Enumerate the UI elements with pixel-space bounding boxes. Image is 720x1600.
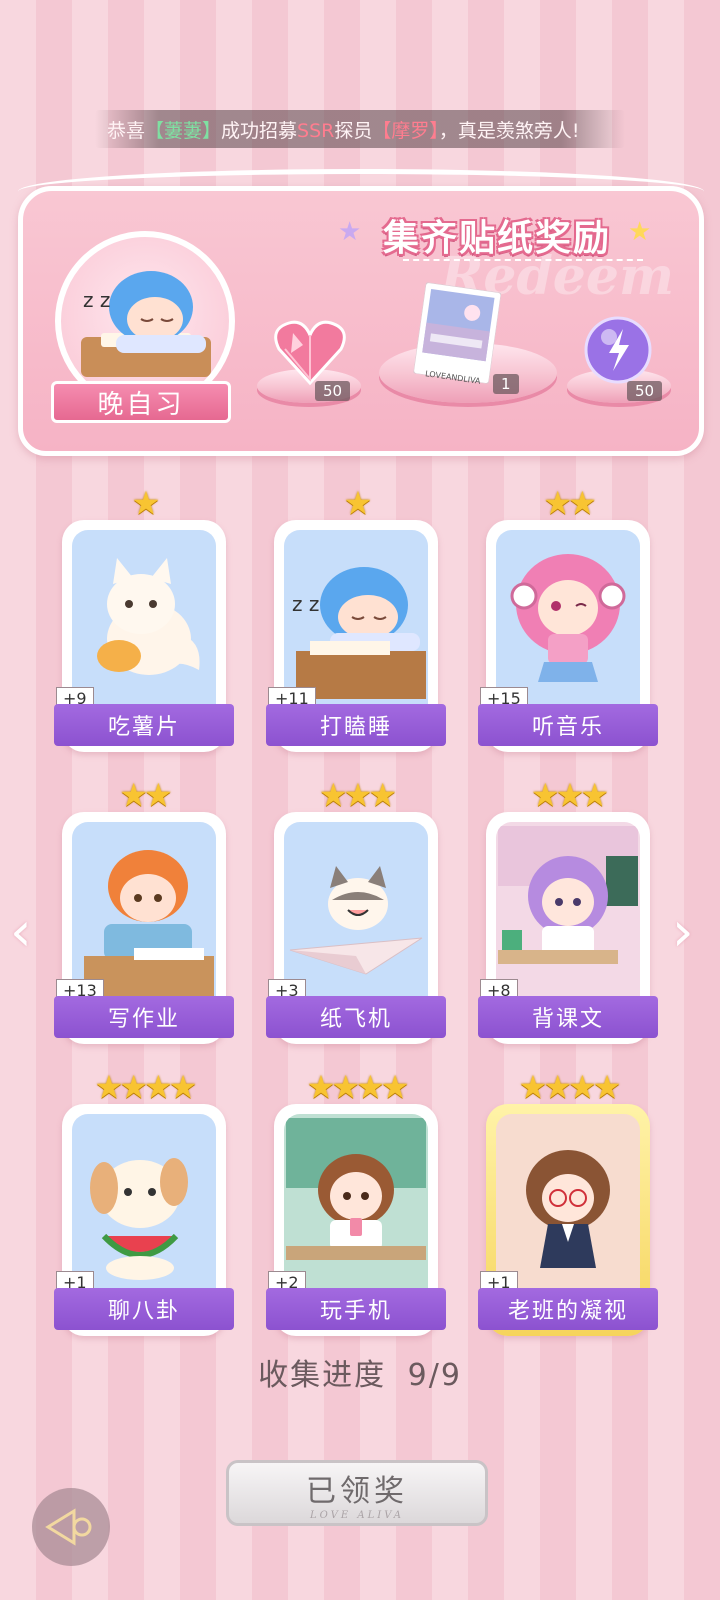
svg-text:z z: z z: [83, 288, 110, 312]
claim-button-label: 已领奖: [306, 1473, 408, 1509]
sticker-card[interactable]: ★★★★ +2 玩手机: [266, 1068, 446, 1336]
sticker-card[interactable]: ★★★★ +1 老班的凝视: [478, 1068, 658, 1336]
next-page-arrow-icon[interactable]: ›: [672, 900, 694, 963]
music-girl-sticker-icon: [496, 530, 640, 708]
reward-banner: Redeem ★ ★ 集齐贴纸奖励 z z 晚自习 50 LOVEANDLIVA…: [18, 169, 704, 456]
prev-page-arrow-icon[interactable]: ‹: [10, 900, 32, 963]
sticker-card[interactable]: ★★★ +8 背课文: [478, 776, 658, 1044]
sleeping-boy-sticker-icon: z z: [284, 530, 428, 708]
star-rating-icon: ★★★: [318, 776, 397, 814]
ticker-name2: 【摩罗】: [372, 119, 439, 142]
back-arrow-icon: [45, 1508, 92, 1546]
star-rating-icon: ★: [131, 484, 161, 522]
reward-count: 1: [493, 374, 519, 394]
sticker-label: 听音乐: [478, 704, 658, 746]
ticker-mid2: 探员: [334, 119, 373, 142]
reward-count: 50: [627, 381, 663, 401]
star-rating-icon: ★★★: [530, 776, 609, 814]
progress-label: 收集进度: [258, 1358, 387, 1393]
phone-girl-sticker-icon: [284, 1114, 428, 1292]
sticker-label: 打瞌睡: [266, 704, 446, 746]
title-underline: [403, 259, 643, 261]
ticker-suffix: ，真是羡煞旁人!: [438, 119, 580, 142]
sparkle-icon: ★: [628, 217, 652, 247]
ticker-name1: 【萋萋】: [145, 119, 222, 142]
sticker-card[interactable]: ★★★★ +1 聊八卦: [54, 1068, 234, 1336]
star-rating-icon: ★★★★: [94, 1068, 198, 1106]
reward-count: 50: [315, 381, 351, 401]
sticker-label: 老班的凝视: [478, 1288, 658, 1330]
banner-title: 集齐贴纸奖励: [383, 218, 612, 259]
sticker-label: 玩手机: [266, 1288, 446, 1330]
ticker-prefix: 恭喜: [107, 119, 146, 142]
cat-chips-sticker-icon: [72, 530, 216, 708]
star-rating-icon: ★★: [119, 776, 172, 814]
badge-label: 晚自习: [51, 381, 231, 423]
claim-button-sub: LOVE ALIVA: [310, 1509, 404, 1521]
sticker-card[interactable]: ★★ +15 听音乐: [478, 484, 658, 752]
announcement-ticker: 恭喜【萋萋】成功招募SSR探员【摩罗】，真是羡煞旁人!: [95, 110, 625, 148]
sticker-label: 写作业: [54, 996, 234, 1038]
teacher-gaze-sticker-icon: [496, 1114, 640, 1292]
svg-text:z z: z z: [292, 592, 319, 616]
puppy-watermelon-sticker-icon: [72, 1114, 216, 1292]
ticker-mid: 成功招募: [221, 119, 298, 142]
back-button[interactable]: [32, 1488, 110, 1566]
sparkle-icon: ★: [338, 217, 362, 247]
sticker-label: 吃薯片: [54, 704, 234, 746]
star-rating-icon: ★★★★: [306, 1068, 410, 1106]
sticker-card[interactable]: ★★ +13 写作业: [54, 776, 234, 1044]
sticker-label: 背课文: [478, 996, 658, 1038]
progress-value: 9/9: [407, 1358, 462, 1393]
star-rating-icon: ★: [343, 484, 373, 522]
ticker-rank: SSR: [297, 119, 335, 142]
paper-plane-cat-sticker-icon: [284, 822, 428, 1000]
homework-boy-sticker-icon: [72, 822, 216, 1000]
lightning-orb-icon: [583, 315, 653, 389]
sticker-card[interactable]: ★ z z +11 打瞌睡: [266, 484, 446, 752]
sticker-label: 聊八卦: [54, 1288, 234, 1330]
claimed-reward-button[interactable]: 已领奖 LOVE ALIVA: [226, 1460, 488, 1526]
collection-progress: 收集进度 9/9: [0, 1350, 720, 1394]
sticker-label: 纸飞机: [266, 996, 446, 1038]
recite-girl-sticker-icon: [496, 822, 640, 1000]
star-rating-icon: ★★: [543, 484, 596, 522]
sticker-card[interactable]: ★★★ +3 纸飞机: [266, 776, 446, 1044]
sticker-card[interactable]: ★ +9 吃薯片: [54, 484, 234, 752]
star-rating-icon: ★★★★: [518, 1068, 622, 1106]
